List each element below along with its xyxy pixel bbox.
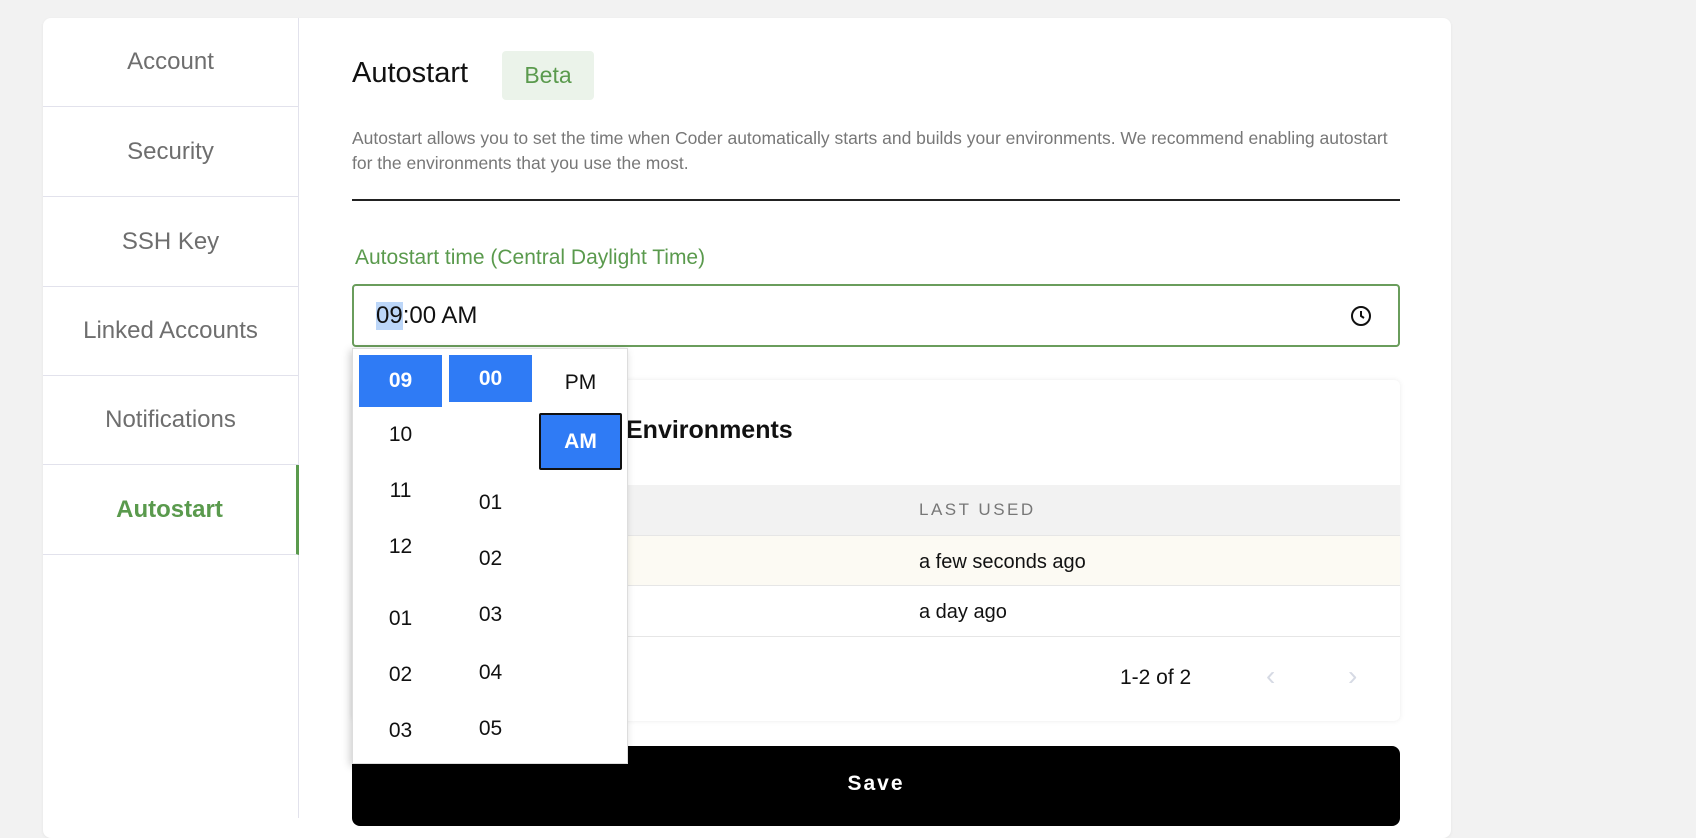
hour-option[interactable]: 01 xyxy=(359,597,442,641)
sidebar-item-label: Autostart xyxy=(116,495,223,523)
minute-option[interactable]: 01 xyxy=(449,481,532,525)
sidebar-item-label: Notifications xyxy=(105,406,236,433)
hour-option[interactable]: 12 xyxy=(359,525,442,569)
sidebar-item-label: Security xyxy=(127,137,214,165)
sidebar-item-account[interactable]: Account xyxy=(43,18,298,107)
chevron-right-icon[interactable]: › xyxy=(1348,660,1357,692)
divider xyxy=(352,199,1400,201)
hour-option[interactable]: 09 xyxy=(359,355,442,407)
sidebar-item-notifications[interactable]: Notifications xyxy=(43,376,298,465)
sidebar-item-linked-accounts[interactable]: Linked Accounts xyxy=(43,287,298,376)
time-rest[interactable]: :00 AM xyxy=(403,302,478,330)
last-used-cell: a day ago xyxy=(919,601,1007,623)
autostart-time-label: Autostart time (Central Daylight Time) xyxy=(355,246,706,269)
environments-heading: Environments xyxy=(626,416,793,444)
beta-badge: Beta xyxy=(502,51,594,100)
period-option-pm[interactable]: PM xyxy=(539,361,622,405)
minute-option[interactable]: 00 xyxy=(449,355,532,402)
period-option-am[interactable]: AM xyxy=(539,413,622,470)
minute-option[interactable]: 05 xyxy=(449,707,532,751)
minute-option[interactable]: 04 xyxy=(449,651,532,695)
page-title: Autostart xyxy=(352,57,469,89)
sidebar-item-label: Account xyxy=(127,48,214,75)
settings-sidebar: Account Security SSH Key Linked Accounts… xyxy=(43,18,299,818)
clock-icon[interactable] xyxy=(1349,304,1373,328)
page-description: Autostart allows you to set the time whe… xyxy=(352,128,1388,173)
minute-option[interactable]: 02 xyxy=(449,537,532,581)
hour-option[interactable]: 11 xyxy=(359,469,442,513)
sidebar-item-security[interactable]: Security xyxy=(43,107,298,197)
minute-option[interactable]: 03 xyxy=(449,593,532,637)
chevron-left-icon[interactable]: ‹ xyxy=(1266,660,1275,692)
last-used-cell: a few seconds ago xyxy=(919,551,1086,573)
sidebar-item-label: Linked Accounts xyxy=(83,317,258,344)
sidebar-item-label: SSH Key xyxy=(121,227,220,255)
hour-option[interactable]: 03 xyxy=(359,709,442,753)
pagination-label: 1-2 of 2 xyxy=(1120,666,1192,689)
sidebar-item-ssh-key[interactable]: SSH Key xyxy=(43,197,298,287)
autostart-time-input[interactable]: 09:00 AM xyxy=(352,284,1400,347)
hour-segment[interactable]: 09 xyxy=(376,301,403,330)
hour-option[interactable]: 02 xyxy=(359,653,442,697)
hour-option[interactable]: 10 xyxy=(359,413,442,457)
sidebar-item-autostart[interactable]: Autostart xyxy=(43,465,299,555)
time-picker-dropdown: 09 10 11 12 01 02 03 00 01 02 03 04 05 P… xyxy=(352,348,628,764)
column-last-used[interactable]: LAST USED xyxy=(919,500,1036,520)
